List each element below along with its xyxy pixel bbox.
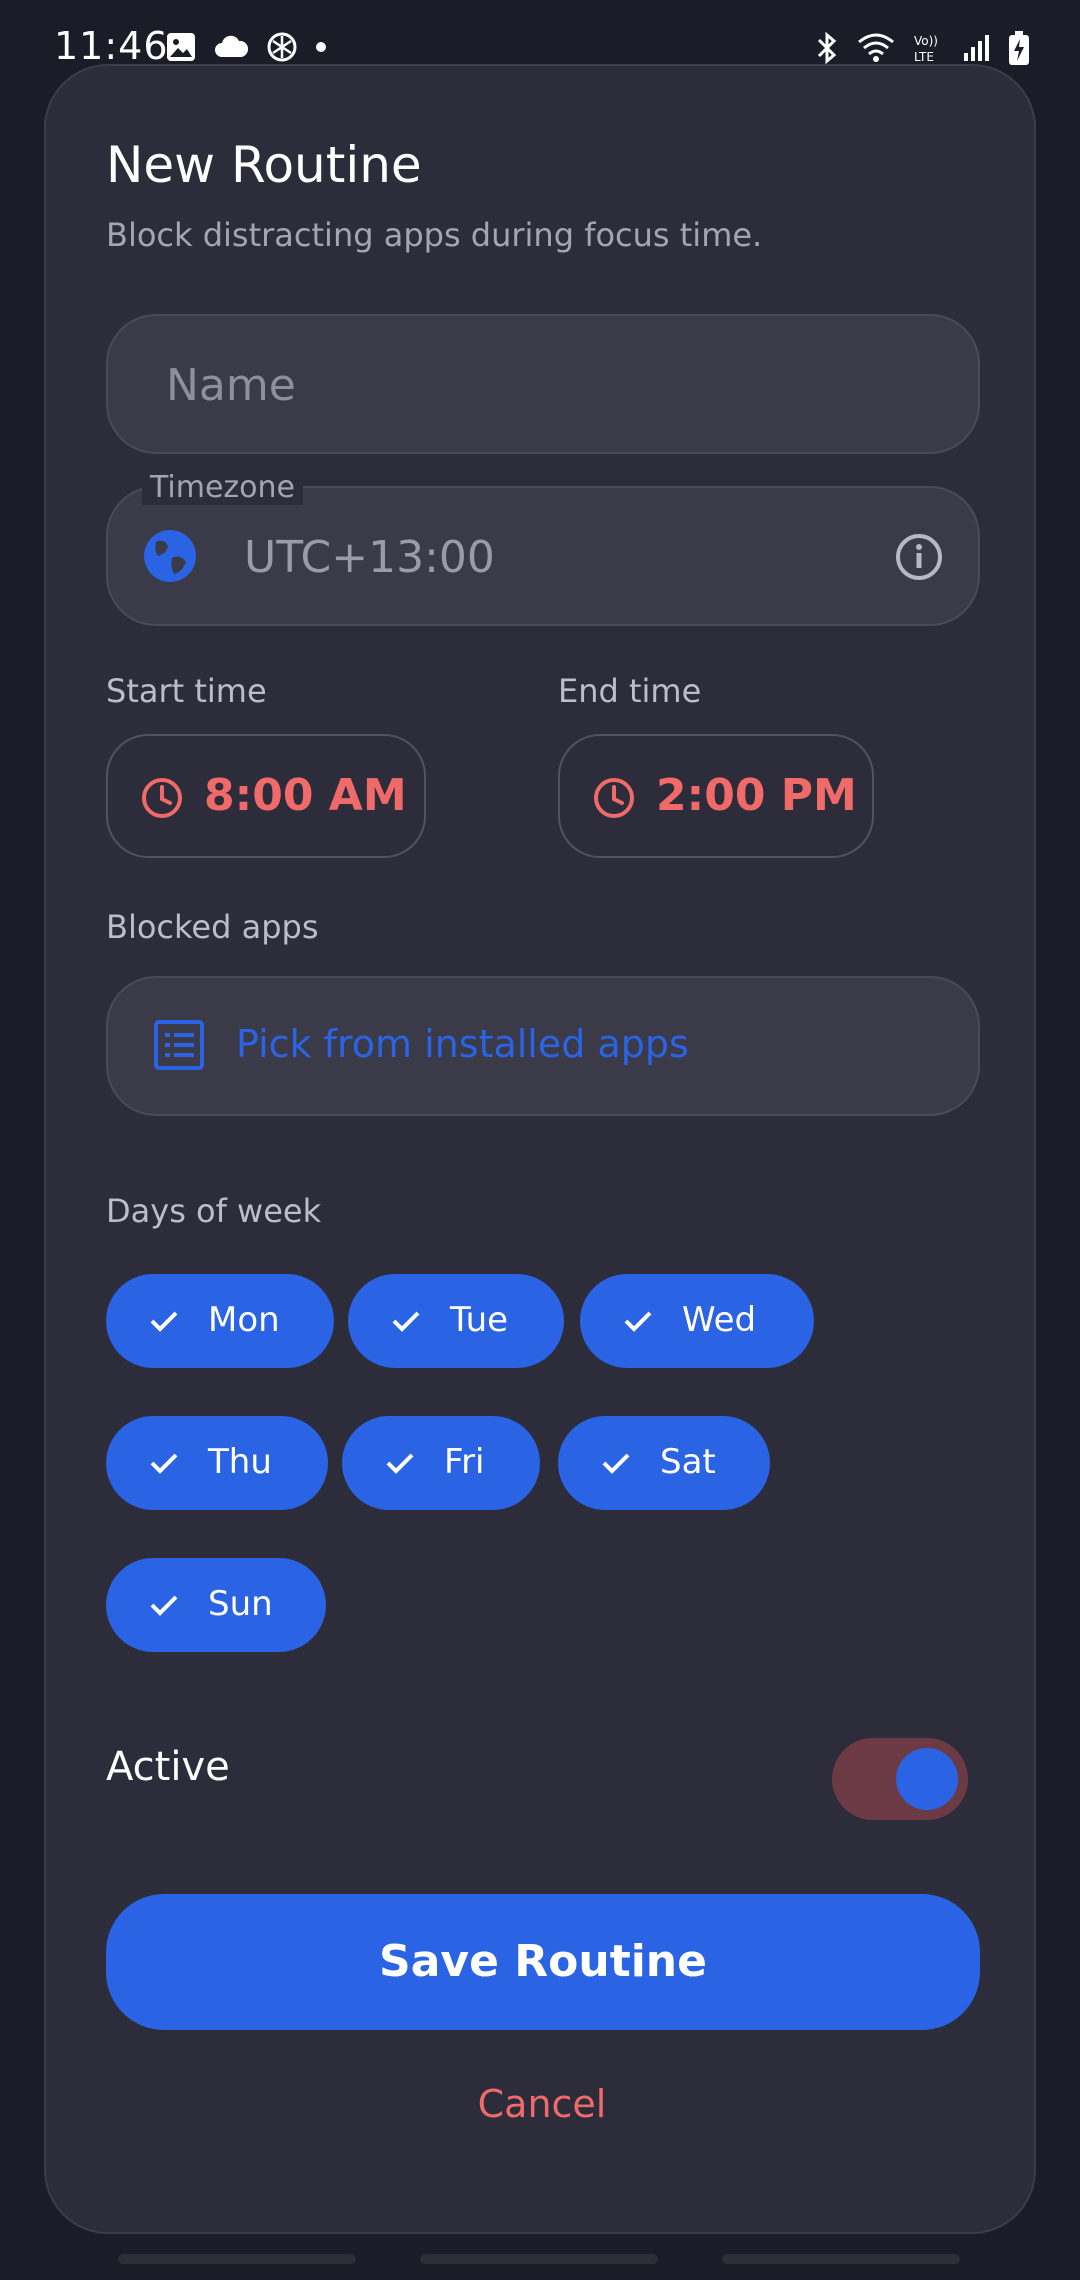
day-chip-fri[interactable]: Fri	[342, 1416, 540, 1510]
name-field[interactable]	[106, 314, 980, 454]
check-icon	[150, 1595, 178, 1616]
cloud-icon	[215, 35, 249, 57]
day-chip-tue[interactable]: Tue	[348, 1274, 564, 1368]
openai-icon	[267, 32, 297, 62]
day-chip-label: Thu	[208, 1442, 272, 1482]
status-time: 11:46	[54, 24, 169, 68]
timezone-field[interactable]: UTC+13:00	[106, 486, 980, 626]
blocked-apps-label: Blocked apps	[106, 908, 319, 946]
nav-handle-left	[118, 2254, 356, 2264]
list-icon	[154, 1020, 204, 1070]
start-time-button[interactable]: 8:00 AM	[106, 734, 426, 858]
battery-charging-icon	[1009, 31, 1029, 65]
dialog-title: New Routine	[106, 136, 422, 194]
end-time-label: End time	[558, 672, 702, 710]
nav-handle-right	[722, 2254, 960, 2264]
day-chip-label: Sun	[208, 1584, 273, 1624]
day-chip-label: Wed	[682, 1300, 757, 1340]
image-icon	[167, 33, 195, 61]
dot-icon	[316, 42, 326, 52]
clock-icon	[142, 778, 182, 818]
pick-apps-label: Pick from installed apps	[236, 1022, 689, 1066]
status-system-icons: Vo)) LTE	[814, 30, 1030, 66]
dialog-subtitle: Block distracting apps during focus time…	[106, 216, 763, 254]
check-icon	[150, 1311, 178, 1332]
day-chip-label: Sat	[660, 1442, 716, 1482]
info-icon[interactable]	[894, 532, 944, 582]
end-time-button[interactable]: 2:00 PM	[558, 734, 874, 858]
check-icon	[386, 1453, 414, 1474]
day-chip-label: Tue	[450, 1300, 509, 1340]
cancel-button[interactable]: Cancel	[46, 2082, 1038, 2126]
clock-icon	[594, 778, 634, 818]
timezone-value: UTC+13:00	[244, 532, 495, 583]
toggle-knob	[896, 1748, 958, 1810]
wifi-icon	[858, 33, 894, 62]
day-chip-label: Fri	[444, 1442, 485, 1482]
svg-text:LTE: LTE	[914, 50, 934, 64]
day-chip-thu[interactable]: Thu	[106, 1416, 328, 1510]
day-chip-wed[interactable]: Wed	[580, 1274, 814, 1368]
day-chip-label: Mon	[208, 1300, 280, 1340]
check-icon	[624, 1311, 652, 1332]
end-time-value: 2:00 PM	[656, 770, 857, 821]
pick-apps-button[interactable]: Pick from installed apps	[106, 976, 980, 1116]
volte-icon: Vo)) LTE	[914, 34, 938, 64]
globe-icon	[144, 530, 196, 582]
start-time-label: Start time	[106, 672, 267, 710]
active-toggle[interactable]	[832, 1738, 968, 1820]
nav-handle-center	[420, 2254, 658, 2264]
start-time-value: 8:00 AM	[204, 770, 407, 821]
signal-icon	[964, 35, 989, 61]
check-icon	[392, 1311, 420, 1332]
bluetooth-icon	[817, 31, 837, 65]
check-icon	[150, 1453, 178, 1474]
check-icon	[602, 1453, 630, 1474]
svg-text:Vo)): Vo))	[914, 34, 938, 48]
name-input[interactable]	[164, 316, 948, 454]
day-chip-sun[interactable]: Sun	[106, 1558, 326, 1652]
days-of-week-label: Days of week	[106, 1192, 322, 1230]
save-routine-button[interactable]: Save Routine	[106, 1894, 980, 2030]
new-routine-dialog: New Routine Block distracting apps durin…	[44, 64, 1036, 2234]
day-chip-sat[interactable]: Sat	[558, 1416, 770, 1510]
active-label: Active	[106, 1744, 230, 1790]
status-notification-icons	[165, 30, 327, 64]
day-chip-mon[interactable]: Mon	[106, 1274, 334, 1368]
timezone-label: Timezone	[142, 470, 303, 505]
